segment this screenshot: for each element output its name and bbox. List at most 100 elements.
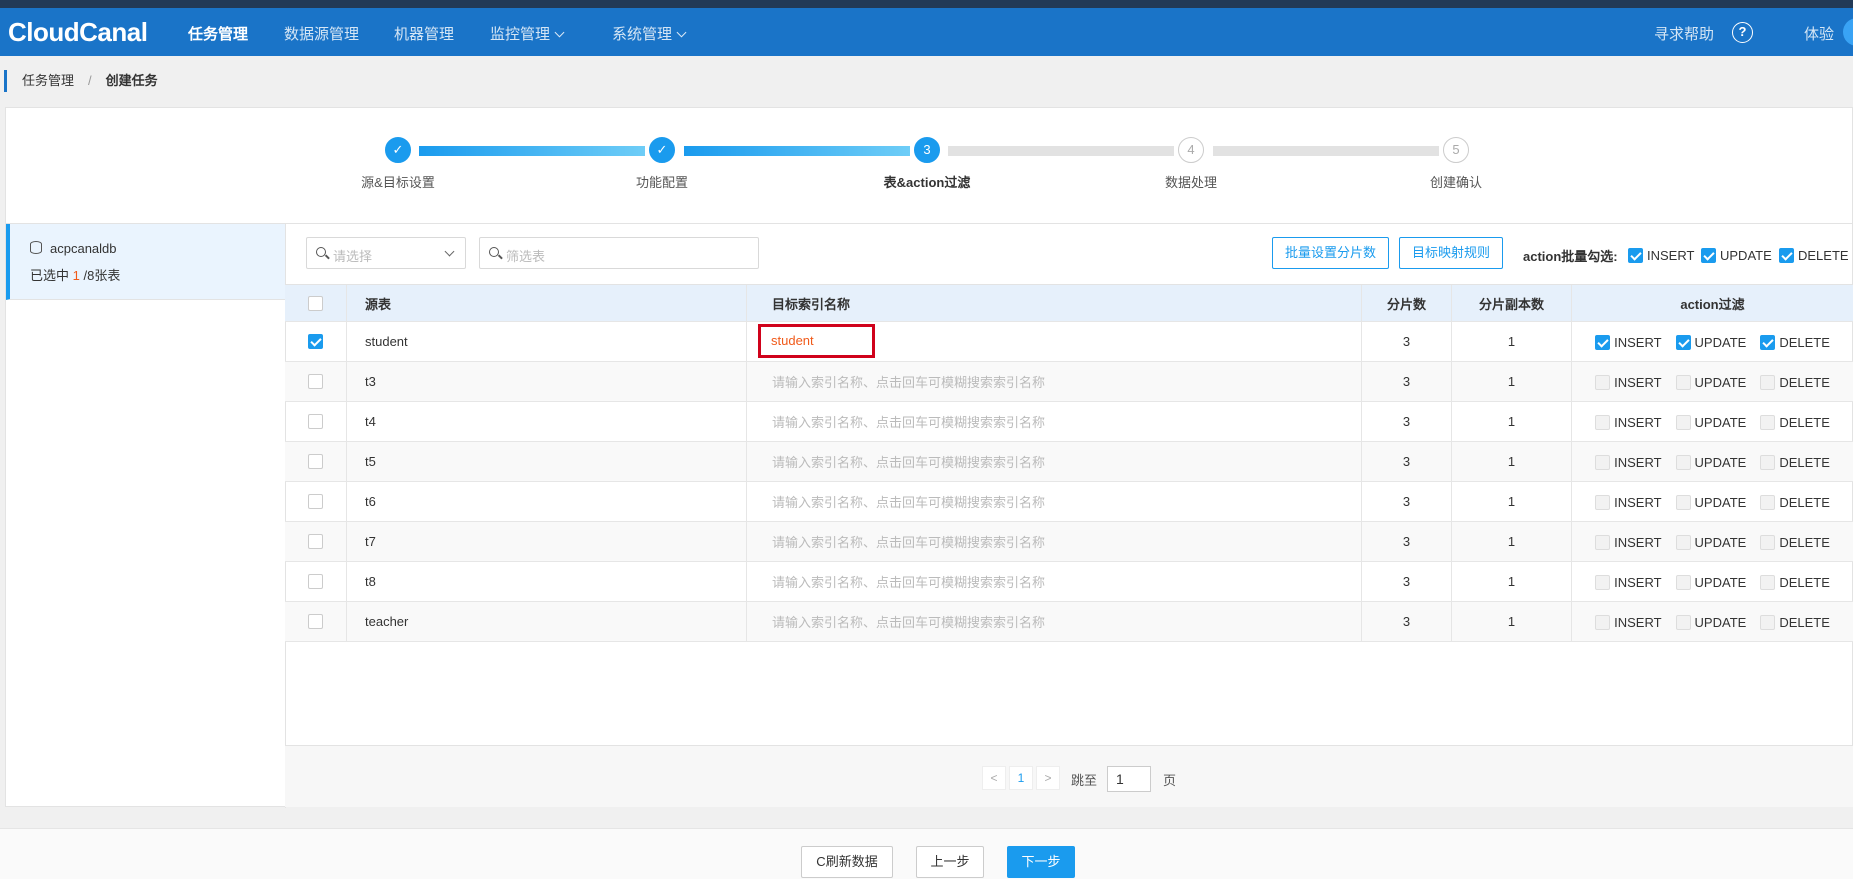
- row-checkbox[interactable]: [308, 414, 323, 429]
- checkbox[interactable]: [1675, 614, 1691, 630]
- app-logo[interactable]: CloudCanal: [8, 17, 148, 48]
- target-index-input[interactable]: 请输入索引名称、点击回车可模糊搜索索引名称: [772, 372, 1045, 391]
- target-index-input[interactable]: 请输入索引名称、点击回车可模糊搜索索引名称: [772, 452, 1045, 471]
- checkbox[interactable]: [1675, 334, 1691, 350]
- action-delete-checkbox[interactable]: DELETE: [1760, 413, 1830, 430]
- action-insert-checkbox[interactable]: INSERT: [1595, 613, 1662, 630]
- target-index-input[interactable]: 请输入索引名称、点击回车可模糊搜索索引名称: [772, 612, 1045, 631]
- shard-count[interactable]: 3: [1362, 402, 1452, 441]
- action-update-checkbox[interactable]: UPDATE: [1675, 493, 1746, 510]
- checkbox[interactable]: [1760, 374, 1776, 390]
- database-item[interactable]: acpcanaldb 已选中 1 /8张表: [6, 224, 285, 300]
- action-delete-checkbox[interactable]: DELETE: [1760, 453, 1830, 470]
- replica-count[interactable]: 1: [1452, 602, 1572, 641]
- batch-insert-checkbox[interactable]: INSERT: [1628, 247, 1694, 264]
- prev-page-button[interactable]: <: [982, 766, 1006, 790]
- user-name[interactable]: 体验: [1804, 23, 1834, 44]
- checkbox[interactable]: [1760, 414, 1776, 430]
- shard-count[interactable]: 3: [1362, 362, 1452, 401]
- target-index-input[interactable]: student: [758, 324, 875, 358]
- action-delete-checkbox[interactable]: DELETE: [1760, 573, 1830, 590]
- checkbox[interactable]: [1760, 574, 1776, 590]
- checkbox[interactable]: [1760, 454, 1776, 470]
- next-page-button[interactable]: >: [1036, 766, 1060, 790]
- target-index-input[interactable]: 请输入索引名称、点击回车可模糊搜索索引名称: [772, 532, 1045, 551]
- shard-count[interactable]: 3: [1362, 522, 1452, 561]
- table-filter-input[interactable]: 筛选表: [479, 237, 759, 269]
- batch-delete-checkbox[interactable]: DELETE: [1779, 247, 1849, 264]
- replica-count[interactable]: 1: [1452, 522, 1572, 561]
- row-checkbox[interactable]: [308, 574, 323, 589]
- replica-count[interactable]: 1: [1452, 362, 1572, 401]
- question-icon[interactable]: ?: [1732, 22, 1753, 43]
- action-insert-checkbox[interactable]: INSERT: [1595, 533, 1662, 550]
- shard-count[interactable]: 3: [1362, 562, 1452, 601]
- action-insert-checkbox[interactable]: INSERT: [1595, 453, 1662, 470]
- checkbox[interactable]: [1760, 494, 1776, 510]
- nav-item-monitoring[interactable]: 监控管理: [490, 23, 565, 44]
- prev-step-button[interactable]: 上一步: [916, 846, 984, 878]
- action-update-checkbox[interactable]: UPDATE: [1675, 413, 1746, 430]
- checkbox[interactable]: [1760, 334, 1776, 350]
- action-update-checkbox[interactable]: UPDATE: [1675, 613, 1746, 630]
- checkbox[interactable]: [1595, 574, 1611, 590]
- target-index-input[interactable]: 请输入索引名称、点击回车可模糊搜索索引名称: [772, 572, 1045, 591]
- checkbox[interactable]: [1595, 334, 1611, 350]
- action-delete-checkbox[interactable]: DELETE: [1760, 613, 1830, 630]
- checkbox[interactable]: [1595, 454, 1611, 470]
- row-checkbox[interactable]: [308, 534, 323, 549]
- breadcrumb-parent[interactable]: 任务管理: [22, 73, 74, 88]
- checkbox[interactable]: [1760, 614, 1776, 630]
- checkbox[interactable]: [1595, 494, 1611, 510]
- next-step-button[interactable]: 下一步: [1007, 846, 1075, 878]
- nav-item-datasources[interactable]: 数据源管理: [284, 23, 359, 44]
- checkbox[interactable]: [1628, 248, 1643, 264]
- checkbox[interactable]: [1779, 248, 1794, 264]
- checkbox[interactable]: [1675, 374, 1691, 390]
- refresh-button[interactable]: C刷新数据: [801, 846, 893, 878]
- row-checkbox[interactable]: [308, 374, 323, 389]
- nav-item-system[interactable]: 系统管理: [612, 23, 687, 44]
- shard-count[interactable]: 3: [1362, 442, 1452, 481]
- action-update-checkbox[interactable]: UPDATE: [1675, 333, 1746, 350]
- checkbox[interactable]: [1595, 414, 1611, 430]
- checkbox[interactable]: [1760, 534, 1776, 550]
- action-delete-checkbox[interactable]: DELETE: [1760, 373, 1830, 390]
- checkbox[interactable]: [1595, 374, 1611, 390]
- row-checkbox[interactable]: [308, 494, 323, 509]
- nav-item-machines[interactable]: 机器管理: [394, 23, 454, 44]
- row-checkbox[interactable]: [308, 454, 323, 469]
- avatar[interactable]: [1843, 18, 1853, 46]
- page-1-button[interactable]: 1: [1009, 766, 1033, 790]
- help-link[interactable]: 寻求帮助: [1654, 23, 1714, 44]
- mapping-rule-button[interactable]: 目标映射规则: [1399, 237, 1503, 269]
- replica-count[interactable]: 1: [1452, 482, 1572, 521]
- shard-count[interactable]: 3: [1362, 602, 1452, 641]
- schema-select[interactable]: 请选择: [306, 237, 466, 269]
- action-insert-checkbox[interactable]: INSERT: [1595, 333, 1662, 350]
- batch-shard-button[interactable]: 批量设置分片数: [1272, 237, 1389, 269]
- shard-count[interactable]: 3: [1362, 322, 1452, 361]
- action-delete-checkbox[interactable]: DELETE: [1760, 493, 1830, 510]
- action-insert-checkbox[interactable]: INSERT: [1595, 373, 1662, 390]
- action-update-checkbox[interactable]: UPDATE: [1675, 573, 1746, 590]
- checkbox[interactable]: [1595, 614, 1611, 630]
- select-all-checkbox[interactable]: [308, 295, 323, 311]
- shard-count[interactable]: 3: [1362, 482, 1452, 521]
- replica-count[interactable]: 1: [1452, 322, 1572, 361]
- replica-count[interactable]: 1: [1452, 442, 1572, 481]
- checkbox[interactable]: [1595, 534, 1611, 550]
- jump-page-input[interactable]: 1: [1107, 766, 1151, 792]
- action-update-checkbox[interactable]: UPDATE: [1675, 453, 1746, 470]
- row-checkbox[interactable]: [308, 614, 323, 629]
- action-delete-checkbox[interactable]: DELETE: [1760, 533, 1830, 550]
- batch-update-checkbox[interactable]: UPDATE: [1701, 247, 1772, 264]
- target-index-input[interactable]: 请输入索引名称、点击回车可模糊搜索索引名称: [772, 492, 1045, 511]
- checkbox[interactable]: [1675, 414, 1691, 430]
- action-insert-checkbox[interactable]: INSERT: [1595, 413, 1662, 430]
- action-insert-checkbox[interactable]: INSERT: [1595, 493, 1662, 510]
- checkbox[interactable]: [1675, 494, 1691, 510]
- row-checkbox[interactable]: [308, 334, 323, 349]
- checkbox[interactable]: [1675, 574, 1691, 590]
- nav-item-tasks[interactable]: 任务管理: [188, 23, 248, 44]
